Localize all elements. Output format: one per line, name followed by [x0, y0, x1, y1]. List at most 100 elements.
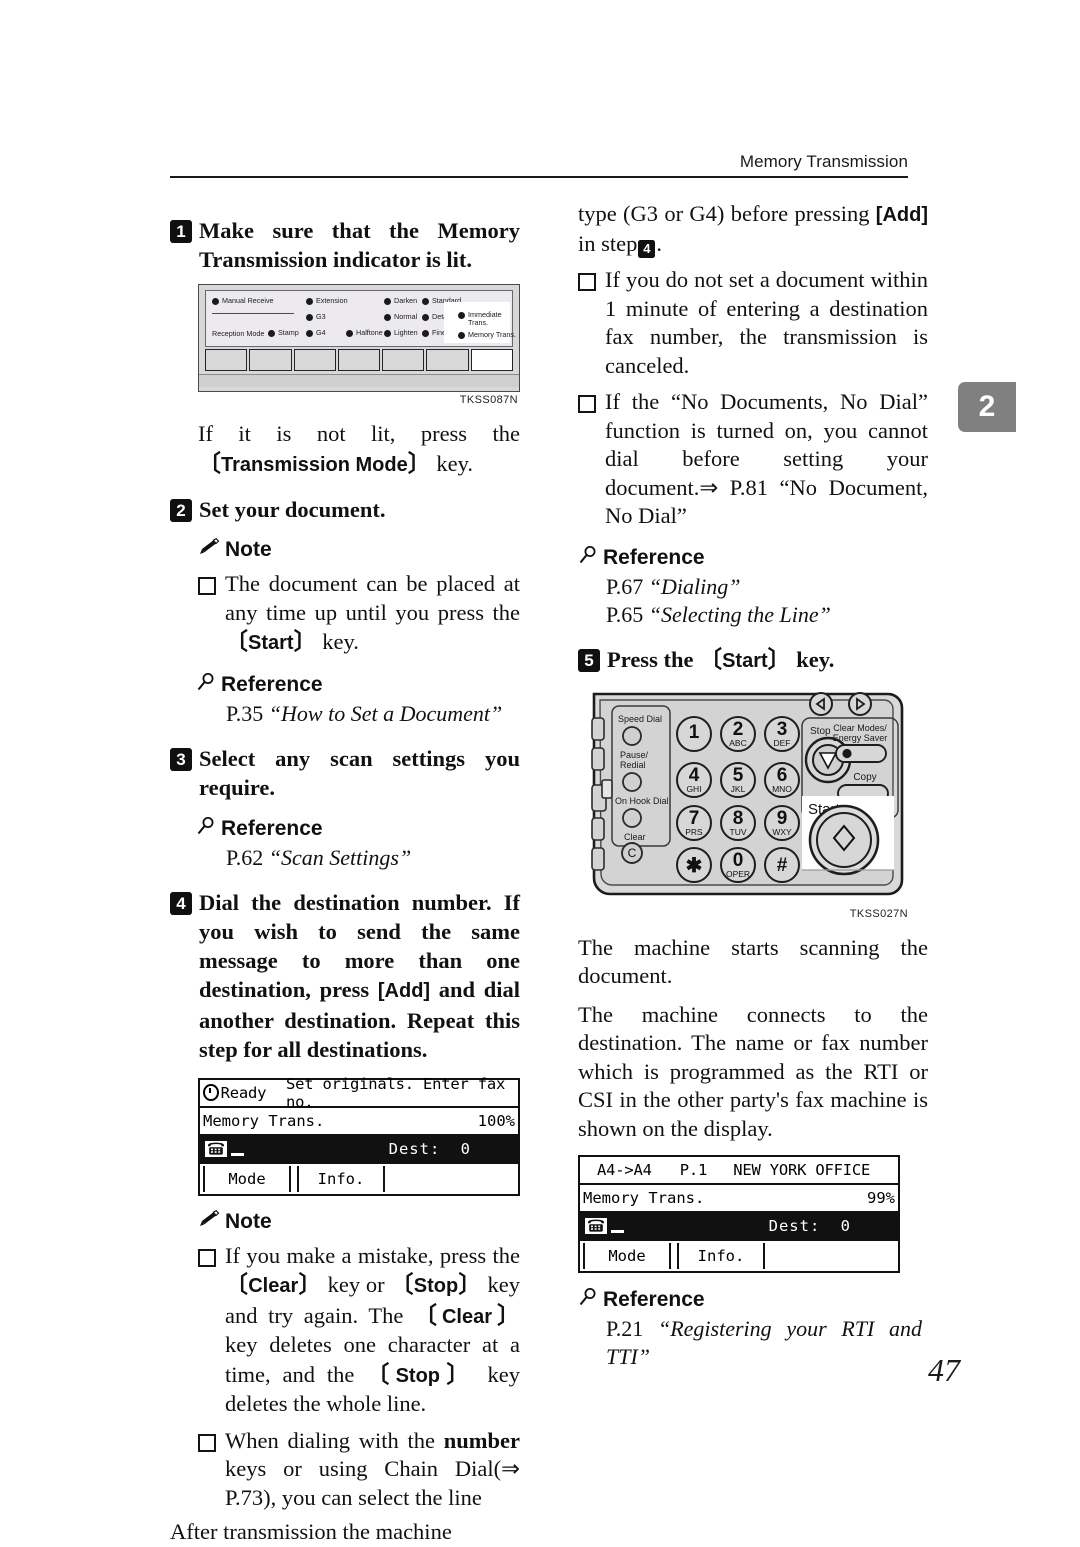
panel-key — [293, 349, 336, 371]
reference-label: Reference — [221, 816, 323, 840]
panel-key-transmission-mode — [470, 349, 513, 371]
svg-text:Stop: Stop — [810, 726, 831, 737]
indicator-normal: Normal — [384, 313, 417, 321]
led-icon — [346, 329, 353, 337]
svg-text:Clear: Clear — [624, 832, 646, 842]
led-icon — [306, 297, 313, 305]
bullet-square-icon — [578, 273, 596, 291]
lcd-softkey-info[interactable]: Info. — [297, 1165, 385, 1192]
note-label: Note — [225, 538, 272, 561]
text-cursor — [611, 1219, 624, 1233]
svg-text:0: 0 — [733, 850, 744, 871]
telephone-icon — [585, 1218, 607, 1234]
indicator-label: Manual Receive — [222, 296, 274, 305]
svg-text:JKL: JKL — [731, 784, 746, 794]
magnifier-icon — [578, 1287, 598, 1313]
continued-post: . — [656, 230, 662, 256]
indicator-fine: Fine — [422, 329, 446, 337]
lcd-destination-name: NEW YORK OFFICE — [733, 1161, 871, 1179]
note-post: key. — [322, 629, 359, 654]
led-icon — [422, 329, 429, 337]
magnifier-icon — [196, 816, 216, 842]
lcd-destination: Dest: 0 — [389, 1140, 471, 1158]
reference-page: P.65 — [606, 601, 644, 627]
svg-text:7: 7 — [689, 808, 700, 829]
lcd-dest-label: Dest: — [388, 1139, 441, 1158]
svg-text:MNO: MNO — [772, 784, 792, 794]
svg-text:GHI: GHI — [686, 784, 701, 794]
lcd-message: Set originals. Enter fax no. — [286, 1074, 506, 1111]
svg-text:Energy Saver: Energy Saver — [833, 733, 888, 743]
svg-text:8: 8 — [733, 808, 744, 829]
svg-text:4: 4 — [689, 765, 700, 786]
step-2-text: Set your document. — [199, 497, 386, 522]
indicator-immediate-trans: Immediate Trans. — [458, 311, 514, 327]
pencil-icon — [198, 1209, 220, 1234]
lcd-page-count: P.1 — [679, 1161, 708, 1179]
note-emphasis: number — [443, 1427, 520, 1453]
led-icon — [384, 297, 391, 305]
instruction-pre: If it is not lit, press the — [198, 421, 520, 446]
lcd-memory-percent: 99% — [867, 1189, 895, 1207]
bullet-square-icon — [578, 395, 596, 413]
svg-text:Pause/: Pause/ — [620, 750, 649, 760]
note-item-text: When dialing with the number keys or usi… — [225, 1427, 520, 1513]
lcd-softkey-mode[interactable]: Mode — [583, 1243, 671, 1269]
led-icon — [268, 329, 275, 337]
manual-page: Memory Transmission 2 1 Make sure that t… — [0, 0, 1080, 1544]
instruction-post: key. — [436, 450, 473, 476]
step-5-post: key. — [796, 646, 835, 672]
panel-key — [249, 349, 292, 371]
indicator-label: Extension — [316, 296, 348, 305]
svg-text:1: 1 — [689, 722, 700, 743]
note-text: key or — [321, 1272, 391, 1297]
indicator-g3: G3 — [306, 313, 326, 321]
step-number-badge: 2 — [170, 499, 192, 522]
operation-panel-graphic: Speed Dial Pause/ Redial On Hook Dial Cl… — [588, 688, 908, 906]
svg-text:✱: ✱ — [686, 855, 703, 877]
svg-text:TUV: TUV — [730, 827, 747, 837]
text-cursor — [231, 1142, 244, 1156]
lcd-softkey-row: Mode Info. — [580, 1241, 898, 1271]
lcd-status: Ready — [220, 1083, 267, 1102]
lcd-line-1: A4->A4 P.1 NEW YORK OFFICE — [580, 1157, 898, 1185]
bullet-square-icon — [198, 1248, 216, 1267]
indicator-manual-receive: Manual Receive — [212, 297, 274, 305]
lcd-softkey-info[interactable]: Info. — [677, 1243, 765, 1269]
led-icon — [384, 313, 391, 321]
key-add: [Add] — [875, 204, 928, 226]
indicator-label: Normal — [394, 312, 418, 321]
lcd-line-1: Ready Set originals. Enter fax no. — [200, 1075, 518, 1111]
lcd-line-3: Dest: 0 — [580, 1213, 898, 1241]
indicator-label: G4 — [316, 328, 326, 337]
note-item: The document can be placed at any time u… — [198, 570, 520, 658]
step-number-badge: 4 — [170, 891, 192, 915]
step-number-badge: 5 — [578, 648, 600, 672]
svg-text:2: 2 — [733, 719, 744, 740]
led-icon — [458, 311, 465, 319]
key-stop: 〔Stop〕 — [390, 1271, 482, 1297]
led-icon — [422, 313, 429, 321]
panel-key — [337, 349, 381, 371]
led-icon — [458, 331, 465, 339]
svg-text:Speed Dial: Speed Dial — [618, 714, 662, 724]
key-clear: 〔Clear〕 — [225, 1271, 322, 1297]
reference-line: P.65 “Selecting the Line” — [606, 601, 928, 629]
key-transmission-mode: 〔Transmission Mode〕 — [198, 449, 431, 476]
panel-key — [205, 349, 248, 371]
note-item-text: If you do not set a document within 1 mi… — [605, 267, 928, 378]
lcd-mode: Memory Trans. — [583, 1189, 705, 1207]
lcd-softkey-mode[interactable]: Mode — [203, 1165, 291, 1192]
figure-lcd-ready: Ready Set originals. Enter fax no. Memor… — [198, 1075, 520, 1196]
indicator-extension: Extension — [306, 297, 348, 305]
clock-icon — [203, 1084, 219, 1101]
reference-heading: Reference — [578, 545, 928, 571]
transmission-mode-instruction: If it is not lit, press the 〔Transmissio… — [198, 420, 520, 479]
scanning-paragraph: The machine starts scanning the document… — [578, 934, 928, 989]
indicator-divider — [212, 313, 294, 314]
step-1: 1 Make sure that the Memory Transmission… — [170, 216, 520, 274]
panel-key — [426, 349, 469, 371]
indicator-label: Memory Trans. — [468, 330, 516, 339]
reference-page: P.21 — [606, 1316, 644, 1341]
reference-label: Reference — [221, 672, 323, 696]
